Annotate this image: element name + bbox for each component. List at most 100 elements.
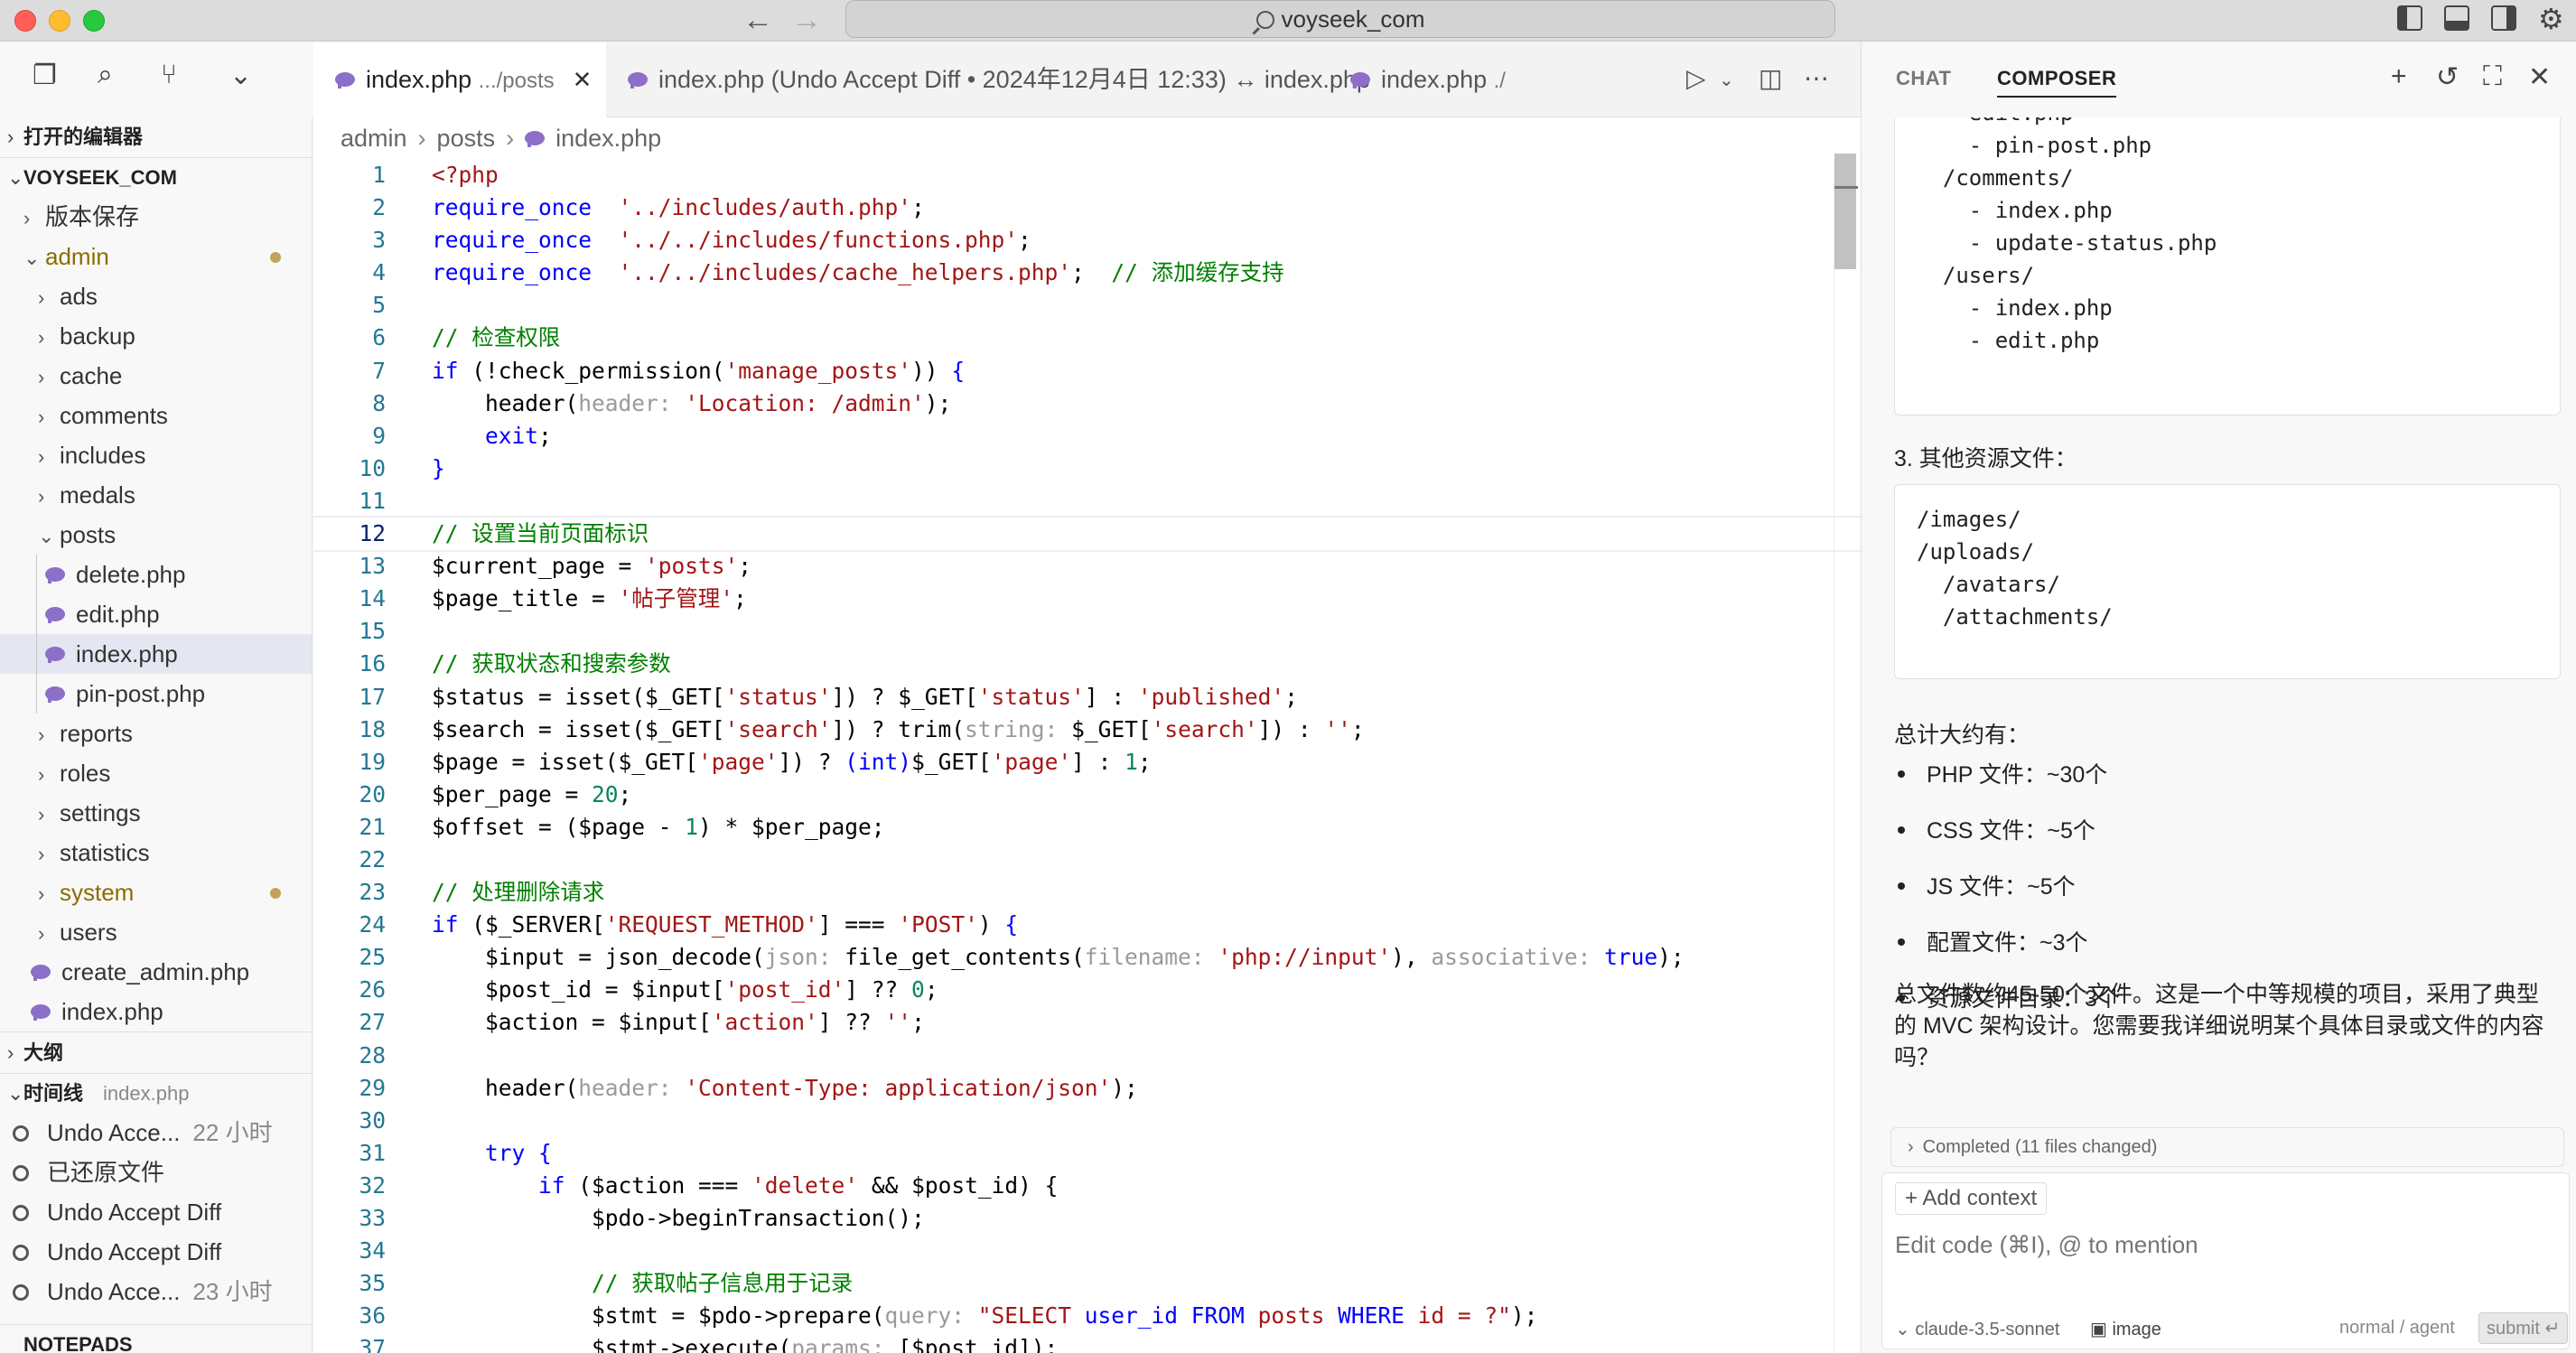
code-token: filename:	[1084, 944, 1218, 971]
modified-dot-icon	[270, 888, 281, 899]
notepads-header[interactable]: NOTEPADS	[0, 1324, 312, 1353]
minimap[interactable]	[1834, 159, 1861, 1353]
tree-file[interactable]: delete.php	[0, 555, 312, 594]
code-token: && $post_id) {	[858, 1171, 1059, 1199]
run-icon[interactable]: ▷	[1686, 63, 1706, 93]
split-editor-icon[interactable]: ◫	[1759, 63, 1782, 93]
tree-folder[interactable]: › backup	[0, 316, 312, 356]
code-line: 25 $input = json_decode(json: file_get_c…	[313, 941, 1861, 974]
tree-folder[interactable]: › users	[0, 912, 312, 952]
timeline-entry[interactable]: Undo Accept Diff 1 天	[0, 1311, 312, 1320]
tree-folder[interactable]: ⌄ admin	[0, 237, 312, 276]
code-token: ;	[924, 976, 938, 1003]
back-arrow-icon[interactable]: ←	[742, 4, 773, 36]
tree-file[interactable]: index.php	[0, 634, 312, 674]
close-icon[interactable]: ✕	[573, 66, 593, 93]
tree-file[interactable]: create_admin.php	[0, 952, 312, 992]
code-token: require_once	[432, 227, 593, 254]
toggle-secondary-sidebar-icon[interactable]	[2491, 5, 2516, 31]
composer-input[interactable]	[1895, 1231, 2545, 1259]
code-line: 1 <?php	[313, 159, 1861, 191]
line-number: 1	[372, 162, 386, 188]
chevron-right-icon: ›	[38, 366, 45, 388]
new-chat-icon[interactable]: +	[2391, 61, 2407, 92]
search-icon[interactable]: ⌕	[98, 60, 113, 90]
timeline-entry[interactable]: Undo Accept Diff	[0, 1192, 312, 1232]
breadcrumb-item[interactable]: admin	[341, 125, 407, 152]
timeline-entry[interactable]: Undo Acce... 22 小时	[0, 1113, 312, 1152]
history-icon[interactable]: ↺	[2436, 61, 2459, 93]
toggle-primary-sidebar-icon[interactable]	[2397, 5, 2422, 31]
toggle-panel-icon[interactable]	[2444, 5, 2469, 31]
tab-index-php-root[interactable]: index.php ./	[1329, 42, 1536, 117]
open-editors-header[interactable]: › 打开的编辑器	[0, 117, 312, 157]
tree-file[interactable]: edit.php	[0, 594, 312, 634]
tree-item-label: system	[60, 879, 135, 906]
code-editor[interactable]: 1 <?php 2 require_once '../includes/auth.ph…	[313, 159, 1861, 1353]
tree-folder[interactable]: › comments	[0, 396, 312, 435]
command-center-search[interactable]: voyseek_com	[845, 0, 1835, 38]
code-token: 1	[685, 813, 699, 840]
zoom-window-button[interactable]	[83, 10, 105, 32]
close-icon[interactable]: ✕	[2528, 61, 2551, 93]
chevron-down-icon[interactable]: ⌄	[1719, 69, 1734, 91]
php-file-icon	[525, 131, 546, 147]
forward-arrow-icon[interactable]: →	[791, 4, 822, 36]
line-number: 33	[359, 1205, 386, 1231]
minimize-window-button[interactable]	[49, 10, 70, 32]
code-token: ;	[911, 1009, 925, 1036]
submit-button[interactable]: submit ↵	[2478, 1312, 2569, 1344]
tree-folder[interactable]: › includes	[0, 435, 312, 475]
tree-folder[interactable]: › settings	[0, 793, 312, 833]
image-button[interactable]: ▣ image	[2090, 1318, 2161, 1340]
tree-folder[interactable]: ⌄ posts	[0, 515, 312, 555]
timeline-entry[interactable]: 已还原文件	[0, 1152, 312, 1192]
files-icon[interactable]: ❐	[33, 60, 57, 91]
code-token: ;	[1350, 715, 1365, 742]
tab-composer[interactable]: COMPOSER	[1997, 67, 2117, 98]
chevron-down-icon[interactable]: ⌄	[229, 60, 252, 91]
tree-folder[interactable]: › medals	[0, 475, 312, 515]
code-token: ;	[538, 422, 552, 449]
code-line: 34	[313, 1235, 1861, 1267]
tree-folder[interactable]: › system	[0, 872, 312, 912]
tree-file[interactable]: pin-post.php	[0, 674, 312, 714]
timeline-entry[interactable]: Undo Acce... 23 小时	[0, 1272, 312, 1311]
scrollbar-thumb[interactable]	[1834, 154, 1856, 269]
code-token: 'Location: /admin'	[685, 389, 925, 416]
tab-chat[interactable]: CHAT	[1896, 67, 1951, 90]
breadcrumb-item[interactable]: posts	[437, 125, 496, 152]
tree-folder[interactable]: › 版本保存	[0, 197, 312, 237]
tree-folder[interactable]: › ads	[0, 276, 312, 316]
line-number: 6	[372, 324, 386, 351]
maximize-icon[interactable]: ⛶	[2483, 61, 2502, 92]
workspace-root-header[interactable]: ⌄VOYSEEK_COM	[0, 157, 312, 197]
tree-folder[interactable]: › reports	[0, 714, 312, 753]
timeline-entry[interactable]: Undo Accept Diff	[0, 1232, 312, 1272]
source-control-icon[interactable]: ⑂	[161, 60, 177, 90]
outline-header[interactable]: › 大纲	[0, 1031, 312, 1073]
timeline-header[interactable]: ⌄时间线 index.php	[0, 1073, 312, 1113]
tree-folder[interactable]: › statistics	[0, 833, 312, 872]
modified-dot-icon	[270, 252, 281, 263]
close-window-button[interactable]	[14, 10, 36, 32]
tree-folder[interactable]: › roles	[0, 753, 312, 793]
code-token: // 检查权限	[432, 324, 561, 351]
gear-icon[interactable]: ⚙	[2538, 2, 2564, 36]
breadcrumb-item[interactable]: index.php	[555, 125, 661, 152]
tab-index-php-diff[interactable]: index.php (Undo Accept Diff • 2024年12月4日…	[606, 42, 1370, 117]
tree-file[interactable]: index.php	[0, 992, 312, 1031]
model-selector[interactable]: ⌄ claude-3.5-sonnet	[1895, 1318, 2059, 1340]
mode-toggle[interactable]: normal / agent	[2339, 1318, 2455, 1339]
code-text: $page_title = '帖子管理';	[432, 583, 747, 615]
tree-folder[interactable]: › cache	[0, 356, 312, 396]
tree-item-label: posts	[60, 521, 117, 548]
code-block-line: /users/	[1917, 263, 2035, 288]
tab-index-php-posts[interactable]: index.php .../posts ✕	[313, 42, 606, 117]
code-text: $status = isset($_GET['status']) ? $_GET…	[432, 681, 1298, 714]
add-context-button[interactable]: + Add context	[1895, 1182, 2048, 1215]
tree-item-label: cache	[60, 362, 123, 389]
completed-status[interactable]: › Completed (11 files changed)	[1890, 1127, 2564, 1167]
more-actions-icon[interactable]: ⋯	[1804, 63, 1829, 93]
